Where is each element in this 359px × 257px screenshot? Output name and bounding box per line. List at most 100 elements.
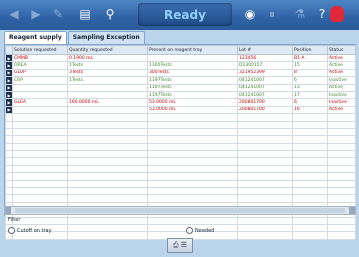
table-cell: 041241007 xyxy=(237,76,293,85)
table-cell xyxy=(237,120,293,129)
table-cell: 300Tests xyxy=(147,68,238,78)
table-cell xyxy=(67,150,148,159)
table-cell: 1197Tests xyxy=(147,90,238,100)
table-cell xyxy=(5,142,13,152)
table-cell xyxy=(5,113,13,122)
table-cell: Inactive xyxy=(327,90,356,100)
row-selector[interactable]: ▶ xyxy=(5,53,13,63)
row-selector[interactable]: ▶ xyxy=(5,83,13,92)
table-row-empty xyxy=(5,187,356,196)
table-cell xyxy=(237,179,293,189)
table-cell: 53.0000 mL xyxy=(147,105,238,115)
table-cell: Active xyxy=(327,105,356,115)
table-cell xyxy=(237,223,293,233)
radio-dot-icon[interactable] xyxy=(8,227,15,234)
table-cell: B1 A xyxy=(292,53,328,63)
back-icon[interactable]: ◀ xyxy=(4,4,24,24)
sample-icon[interactable]: ⚗ xyxy=(290,4,310,24)
forward-icon[interactable]: ▶ xyxy=(26,4,46,24)
table-cell xyxy=(12,105,68,115)
filter-label: Filter xyxy=(8,217,21,223)
table-cell xyxy=(292,135,328,144)
tab-reagent-supply[interactable]: Reagent supply xyxy=(4,31,67,44)
table-header-row: Solution requested Quantity requested Pr… xyxy=(5,45,356,55)
table-cell xyxy=(5,157,13,166)
table-cell: 123456 xyxy=(237,53,293,63)
column-header[interactable]: Quantity requested xyxy=(67,45,148,55)
table-cell xyxy=(237,127,293,137)
table-cell xyxy=(327,172,356,181)
table-cell xyxy=(292,113,328,122)
column-header[interactable]: Solution requested xyxy=(12,45,68,55)
table-cell xyxy=(12,90,68,100)
table-cell xyxy=(292,223,328,233)
table-row[interactable]: ▶ 1197Tests 041241007 17 Inactive xyxy=(5,90,356,100)
help-icon[interactable]: ? xyxy=(312,4,332,24)
row-selector[interactable]: ▶ xyxy=(5,105,13,115)
table-cell xyxy=(5,150,13,159)
table-cell xyxy=(12,172,68,181)
table-row[interactable]: ▶ 53.0000 mL 200801700 16 Active xyxy=(5,105,356,115)
toolbar: ◀ ▶ ✎ ▤ ⚲ Ready ◉ ⏸ ⚗ ? xyxy=(0,0,359,30)
table-row[interactable]: ▶ CMMB 0.1900 mL 123456 B1 A Active xyxy=(5,53,356,63)
table-row[interactable]: ▶ OREA 1Tests 1160Tests D1300157 15 Active xyxy=(5,61,356,70)
row-selector[interactable]: ▶ xyxy=(5,68,13,78)
table-cell xyxy=(147,135,238,144)
pause-icon[interactable]: ⏸ xyxy=(262,4,282,24)
table-row-empty xyxy=(5,120,356,129)
table-cell: 200801700 xyxy=(237,98,293,107)
row-selector[interactable]: ▶ xyxy=(5,61,13,70)
table-cell xyxy=(292,216,328,226)
table-cell xyxy=(237,187,293,196)
record-icon[interactable]: ◉ xyxy=(240,4,260,24)
horizontal-scrollbar[interactable] xyxy=(4,206,356,215)
table-row-empty xyxy=(5,223,356,233)
scroll-left-icon[interactable] xyxy=(5,207,11,214)
table-cell xyxy=(237,150,293,159)
table-cell xyxy=(237,157,293,166)
table-cell xyxy=(12,194,68,203)
table-cell xyxy=(327,194,356,203)
table-cell: 1160Tests xyxy=(147,61,238,70)
scroll-thumb[interactable] xyxy=(15,208,345,213)
table-cell xyxy=(5,187,13,196)
table-row-empty xyxy=(5,150,356,159)
table-cell xyxy=(327,113,356,122)
table-cell xyxy=(12,179,68,189)
tab-sampling-exception[interactable]: Sampling Exception xyxy=(67,31,145,44)
column-header[interactable]: Lot # xyxy=(237,45,293,55)
column-header[interactable]: Status xyxy=(327,45,356,55)
table-cell: Inactive xyxy=(327,76,356,85)
table-row-empty xyxy=(5,127,356,137)
report-icon[interactable]: ▤ xyxy=(75,4,95,24)
radio-needed[interactable]: Needed xyxy=(186,227,214,234)
column-header[interactable]: Position xyxy=(292,45,328,55)
table-cell xyxy=(292,150,328,159)
table-cell: 041241007 xyxy=(237,83,293,92)
radio-dot-icon[interactable] xyxy=(186,227,193,234)
table-cell: Active xyxy=(327,61,356,70)
radio-cutoff-on-tray[interactable]: Cutoff on tray xyxy=(8,227,52,234)
row-selector[interactable]: ▶ xyxy=(5,98,13,107)
table-row[interactable]: ▶ CRP 1Tests 1197Tests 041241007 6 Inactive xyxy=(5,76,356,85)
table-row[interactable]: ▶ 1197Tests 041241007 13 Active xyxy=(5,83,356,92)
table-cell xyxy=(292,157,328,166)
row-selector[interactable]: ▶ xyxy=(5,90,13,100)
search-icon[interactable]: ⚲ xyxy=(100,4,120,24)
row-selector[interactable]: ▶ xyxy=(5,76,13,85)
table-cell xyxy=(67,172,148,181)
print-button[interactable]: ⎙ ☰ xyxy=(167,238,193,253)
table-cell xyxy=(67,142,148,152)
column-header xyxy=(5,45,13,55)
hand-icon[interactable] xyxy=(330,6,344,22)
table-cell xyxy=(147,127,238,137)
table-cell xyxy=(67,120,148,129)
tools-icon[interactable]: ✎ xyxy=(48,4,68,24)
table-cell xyxy=(5,120,13,129)
table-row[interactable]: ▶ GLEA 160.0000 mL 53.0000 mL 200801700 6 Inac… xyxy=(5,98,356,107)
column-header[interactable]: Present on reagent tray xyxy=(147,45,238,55)
scroll-right-icon[interactable] xyxy=(349,207,355,214)
table-row[interactable]: ▶ GLUP 3Tests 300Tests 321952399 8 Active xyxy=(5,68,356,78)
table-cell xyxy=(147,113,238,122)
table-cell: 6 xyxy=(292,98,328,107)
